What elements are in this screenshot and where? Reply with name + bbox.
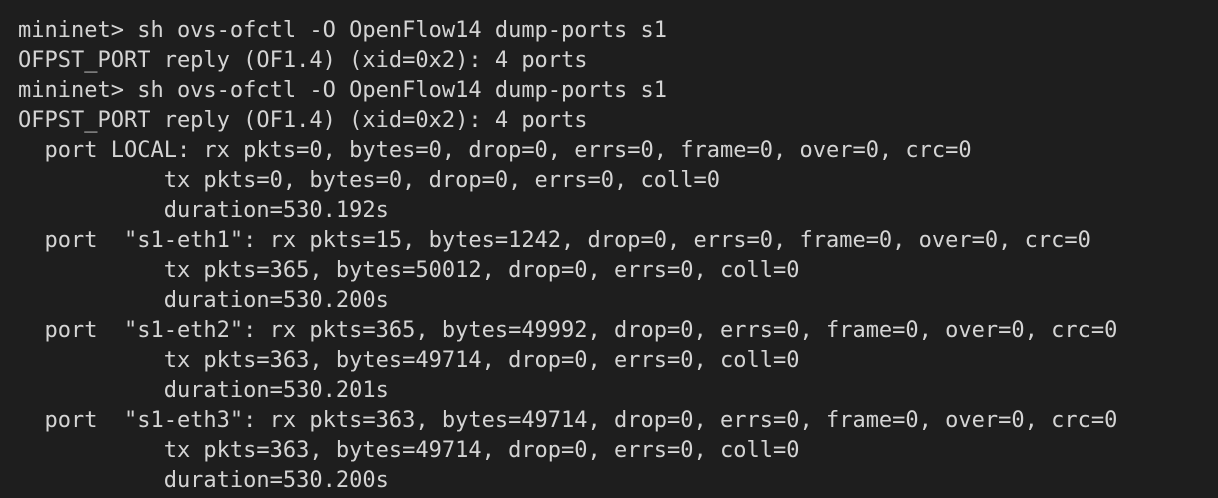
- port-s1-eth3-tx-line: tx pkts=363, bytes=49714, drop=0, errs=0…: [18, 438, 800, 463]
- port-s1-eth2-duration-line: duration=530.201s: [18, 378, 389, 403]
- port-s1-eth1-duration-line: duration=530.200s: [18, 288, 389, 313]
- port-s1-eth3-rx-line: port "s1-eth3": rx pkts=363, bytes=49714…: [18, 408, 1118, 433]
- port-local-tx-line: tx pkts=0, bytes=0, drop=0, errs=0, coll…: [18, 168, 720, 193]
- terminal-window[interactable]: mininet> sh ovs-ofctl -O OpenFlow14 dump…: [0, 0, 1218, 498]
- port-s1-eth2-rx-line: port "s1-eth2": rx pkts=365, bytes=49992…: [18, 318, 1118, 343]
- port-s1-eth1-tx-line: tx pkts=365, bytes=50012, drop=0, errs=0…: [18, 258, 800, 283]
- port-s1-eth1-rx-line: port "s1-eth1": rx pkts=15, bytes=1242, …: [18, 228, 1091, 253]
- port-local-duration-line: duration=530.192s: [18, 198, 389, 223]
- port-s1-eth2-tx-line: tx pkts=363, bytes=49714, drop=0, errs=0…: [18, 348, 800, 373]
- port-local-rx-line: port LOCAL: rx pkts=0, bytes=0, drop=0, …: [18, 138, 972, 163]
- command-line: mininet> sh ovs-ofctl -O OpenFlow14 dump…: [18, 18, 668, 43]
- command-line: mininet> sh ovs-ofctl -O OpenFlow14 dump…: [18, 78, 668, 103]
- port-s1-eth3-duration-line: duration=530.200s: [18, 468, 389, 493]
- output-line: OFPST_PORT reply (OF1.4) (xid=0x2): 4 po…: [18, 48, 588, 73]
- output-line: OFPST_PORT reply (OF1.4) (xid=0x2): 4 po…: [18, 108, 588, 133]
